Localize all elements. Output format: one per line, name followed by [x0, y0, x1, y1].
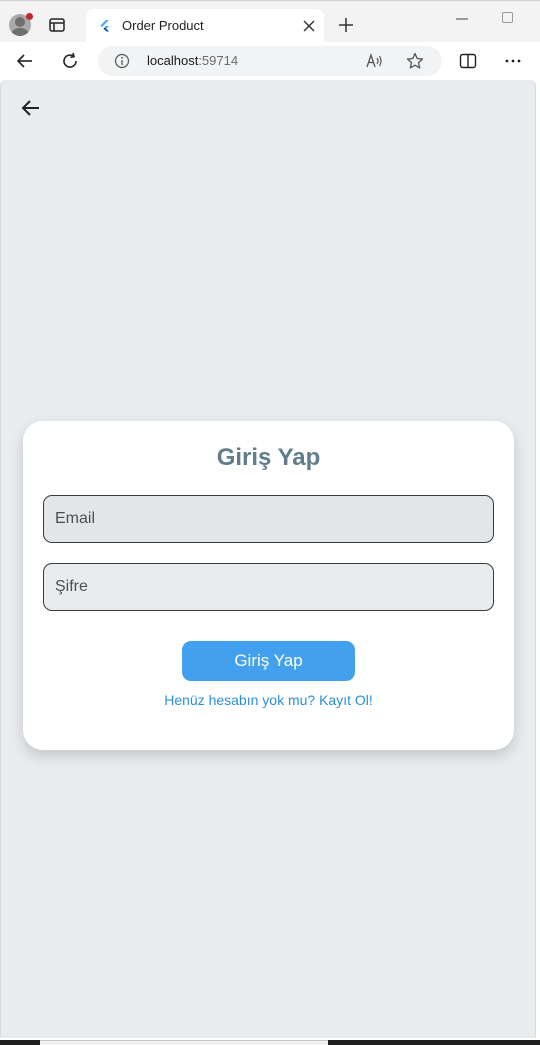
profile-notification-dot	[26, 13, 33, 20]
password-input[interactable]	[44, 564, 493, 610]
url-host: localhost	[147, 53, 199, 68]
taskbar-left	[0, 1040, 40, 1045]
page-back-arrow-icon[interactable]	[21, 99, 41, 117]
taskbar-right	[328, 1040, 540, 1045]
browser-tab-strip: Order Product	[0, 0, 540, 43]
tab-actions-icon[interactable]	[48, 16, 66, 34]
read-aloud-icon[interactable]	[366, 53, 384, 69]
back-arrow-icon[interactable]	[16, 52, 34, 70]
tab-order-product[interactable]: Order Product	[86, 9, 324, 43]
split-screen-icon[interactable]	[459, 52, 477, 70]
email-field[interactable]	[43, 495, 494, 543]
login-card: Giriş Yap Giriş Yap Henüz hesabın yok mu…	[23, 421, 514, 750]
password-field[interactable]	[43, 563, 494, 611]
close-icon[interactable]	[302, 19, 316, 33]
minimize-icon[interactable]	[456, 18, 468, 20]
register-link[interactable]: Henüz hesabın yok mu? Kayıt Ol!	[23, 692, 514, 708]
tab-title: Order Product	[122, 18, 204, 33]
maximize-icon[interactable]	[502, 12, 513, 23]
flutter-favicon-icon	[100, 20, 109, 32]
browser-toolbar: localhost:59714	[0, 42, 540, 80]
email-input[interactable]	[44, 496, 493, 542]
url-port: :59714	[198, 53, 239, 68]
url-text[interactable]: localhost:59714	[147, 53, 238, 68]
star-icon[interactable]	[406, 52, 424, 70]
horizontal-scrollbar[interactable]	[40, 1040, 328, 1045]
address-bar[interactable]: localhost:59714	[98, 46, 442, 76]
login-button[interactable]: Giriş Yap	[182, 641, 355, 681]
page-viewport: Giriş Yap Giriş Yap Henüz hesabın yok mu…	[0, 80, 536, 1038]
plus-icon[interactable]	[338, 17, 354, 33]
reload-icon[interactable]	[61, 52, 79, 70]
login-title: Giriş Yap	[216, 444, 321, 471]
more-icon[interactable]	[504, 52, 522, 70]
info-icon[interactable]	[114, 53, 130, 69]
